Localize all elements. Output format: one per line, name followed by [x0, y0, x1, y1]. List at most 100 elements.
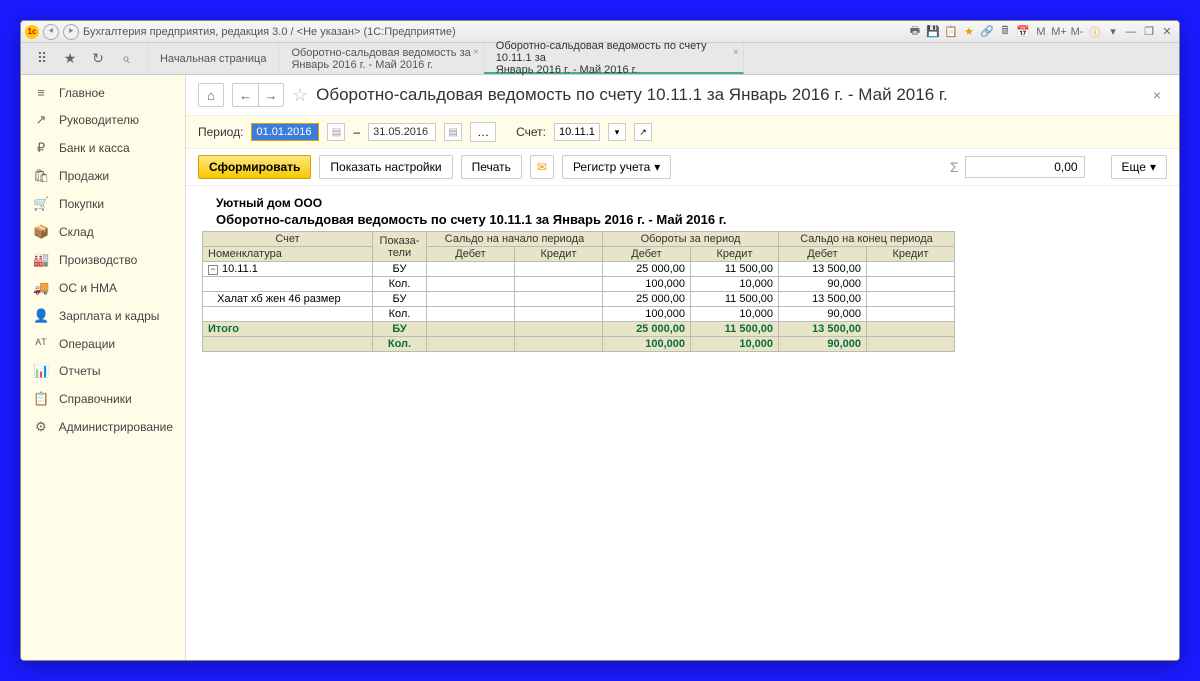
apps-icon[interactable]: ⠿: [33, 50, 51, 68]
clipboard-icon[interactable]: 📋: [943, 24, 959, 40]
th-debit: Дебет: [779, 247, 867, 262]
home-button[interactable]: ⌂: [198, 83, 224, 107]
taskbar: ⠿ ★ ↻ ⌕ Начальная страница Оборотно-саль…: [21, 43, 1179, 75]
sidebar-icon: ᴬᵀ: [33, 336, 49, 351]
sidebar-item[interactable]: 👤 Зарплата и кадры: [21, 302, 185, 330]
page-title: Оборотно-сальдовая ведомость по счету 10…: [316, 85, 1139, 105]
th-credit: Кредит: [691, 247, 779, 262]
sum-input[interactable]: [965, 156, 1085, 178]
report-area: Уютный дом ООО Оборотно-сальдовая ведомо…: [186, 186, 1179, 660]
tab-osv-account[interactable]: Оборотно-сальдовая ведомость по счету 10…: [484, 43, 744, 74]
minimize-icon[interactable]: —: [1123, 24, 1139, 40]
th-credit: Кредит: [867, 247, 955, 262]
sidebar-icon: ⚙: [33, 419, 49, 435]
favorite-star-icon[interactable]: ☆: [292, 85, 308, 106]
sidebar-item[interactable]: ₽Банк и касса: [21, 134, 185, 162]
maximize-icon[interactable]: ❐: [1141, 24, 1157, 40]
th-debit: Дебет: [427, 247, 515, 262]
tab-osv[interactable]: Оборотно-сальдовая ведомость за Январь 2…: [279, 43, 483, 74]
dash: –: [353, 125, 360, 139]
table-row: Кол.100,00010,00090,000: [203, 307, 955, 322]
sidebar-icon: 👤: [33, 308, 49, 324]
account-dropdown-icon[interactable]: ▾: [608, 123, 626, 141]
collapse-icon[interactable]: −: [208, 265, 218, 275]
generate-button[interactable]: Сформировать: [198, 155, 311, 179]
save-icon[interactable]: 💾: [925, 24, 941, 40]
account-input[interactable]: [554, 123, 600, 141]
forward-button[interactable]: →: [258, 83, 284, 107]
sidebar-icon: 🚚: [33, 280, 49, 296]
history-icon[interactable]: ↻: [89, 50, 107, 68]
m-btn[interactable]: М: [1033, 24, 1049, 40]
account-label: Счет:: [516, 125, 546, 139]
sidebar-item[interactable]: 📋Справочники: [21, 385, 185, 413]
email-button[interactable]: ✉: [530, 155, 554, 179]
page-close-icon[interactable]: ×: [1147, 87, 1167, 103]
dropdown-icon[interactable]: ▾: [1105, 24, 1121, 40]
star-icon[interactable]: ★: [61, 50, 79, 68]
sidebar-label: Зарплата и кадры: [59, 309, 159, 323]
sidebar-item[interactable]: 🛍Продажи: [21, 162, 185, 190]
sidebar-item[interactable]: 🚚 ОС и НМА: [21, 274, 185, 302]
account-open-icon[interactable]: ↗: [634, 123, 652, 141]
calendar-icon[interactable]: 📅: [1015, 24, 1031, 40]
report-org: Уютный дом ООО: [198, 194, 1167, 210]
back-button[interactable]: ←: [232, 83, 258, 107]
sidebar-item[interactable]: ᴬᵀ Операции: [21, 330, 185, 357]
sidebar-icon: 🏭: [33, 252, 49, 268]
date-to-input[interactable]: [368, 123, 436, 141]
calendar-to-icon[interactable]: ▤: [444, 123, 462, 141]
sidebar-label: Банк и касса: [59, 141, 130, 155]
m-plus-btn[interactable]: М+: [1051, 24, 1067, 40]
params-bar: Период: ▤ – ▤ … Счет: ▾ ↗: [186, 115, 1179, 149]
tabs: Начальная страница Оборотно-сальдовая ве…: [148, 43, 1179, 74]
m-minus-btn[interactable]: М-: [1069, 24, 1085, 40]
register-button[interactable]: Регистр учета ▾: [562, 155, 671, 179]
sidebar-item[interactable]: 🛒Покупки: [21, 190, 185, 218]
favorite-icon[interactable]: ★: [961, 24, 977, 40]
sidebar-icon: ≡: [33, 85, 49, 100]
sidebar-label: Главное: [59, 86, 105, 100]
th-account: Счет: [203, 232, 373, 247]
show-settings-button[interactable]: Показать настройки: [319, 155, 452, 179]
info-icon[interactable]: ⓘ: [1087, 24, 1103, 40]
close-icon[interactable]: ✕: [1159, 24, 1175, 40]
main-panel: ⌂ ← → ☆ Оборотно-сальдовая ведомость по …: [186, 75, 1179, 660]
table-row: Кол.100,00010,00090,000: [203, 277, 955, 292]
table-total-row: Кол.100,00010,00090,000: [203, 337, 955, 352]
period-picker-button[interactable]: …: [470, 122, 496, 142]
tab-close-icon[interactable]: ×: [473, 47, 479, 58]
sidebar-label: Отчеты: [59, 364, 100, 378]
table-row: Халат хб жен 46 размерБУ25 000,0011 500,…: [203, 292, 955, 307]
tab-close-icon[interactable]: ×: [733, 47, 739, 58]
more-button[interactable]: Еще ▾: [1111, 155, 1167, 179]
sidebar-icon: 📦: [33, 224, 49, 240]
sidebar-item[interactable]: 🏭 Производство: [21, 246, 185, 274]
report-title: Оборотно-сальдовая ведомость по счету 10…: [198, 210, 1167, 231]
sidebar-item[interactable]: ≡ Главное: [21, 79, 185, 106]
sidebar-label: Покупки: [59, 197, 104, 211]
nav-back-icon[interactable]: ⯇: [43, 24, 59, 40]
sidebar-item[interactable]: ⚙Администрирование: [21, 413, 185, 441]
th-turnover: Обороты за период: [603, 232, 779, 247]
table-row: −10.11.1БУ25 000,0011 500,0013 500,00: [203, 262, 955, 277]
sidebar-label: ОС и НМА: [59, 281, 117, 295]
page-header: ⌂ ← → ☆ Оборотно-сальдовая ведомость по …: [186, 75, 1179, 115]
sidebar-item[interactable]: ↗Руководителю: [21, 106, 185, 134]
sidebar-label: Операции: [59, 337, 115, 351]
sidebar-item[interactable]: 📊 Отчеты: [21, 357, 185, 385]
calendar-from-icon[interactable]: ▤: [327, 123, 345, 141]
calc-icon[interactable]: 🖩: [997, 24, 1013, 40]
date-from-input[interactable]: [251, 123, 319, 141]
sidebar-label: Склад: [59, 225, 94, 239]
sidebar-label: Производство: [59, 253, 137, 267]
print-button[interactable]: Печать: [461, 155, 522, 179]
tab-home[interactable]: Начальная страница: [148, 43, 279, 74]
link-icon[interactable]: 🔗: [979, 24, 995, 40]
print-icon[interactable]: 🖶: [907, 24, 923, 40]
search-icon[interactable]: ⌕: [117, 50, 135, 68]
sidebar-icon: 📊: [33, 363, 49, 379]
sidebar-item[interactable]: 📦 Склад: [21, 218, 185, 246]
chevron-down-icon: ▾: [654, 160, 660, 174]
nav-fwd-icon[interactable]: ⯈: [63, 24, 79, 40]
